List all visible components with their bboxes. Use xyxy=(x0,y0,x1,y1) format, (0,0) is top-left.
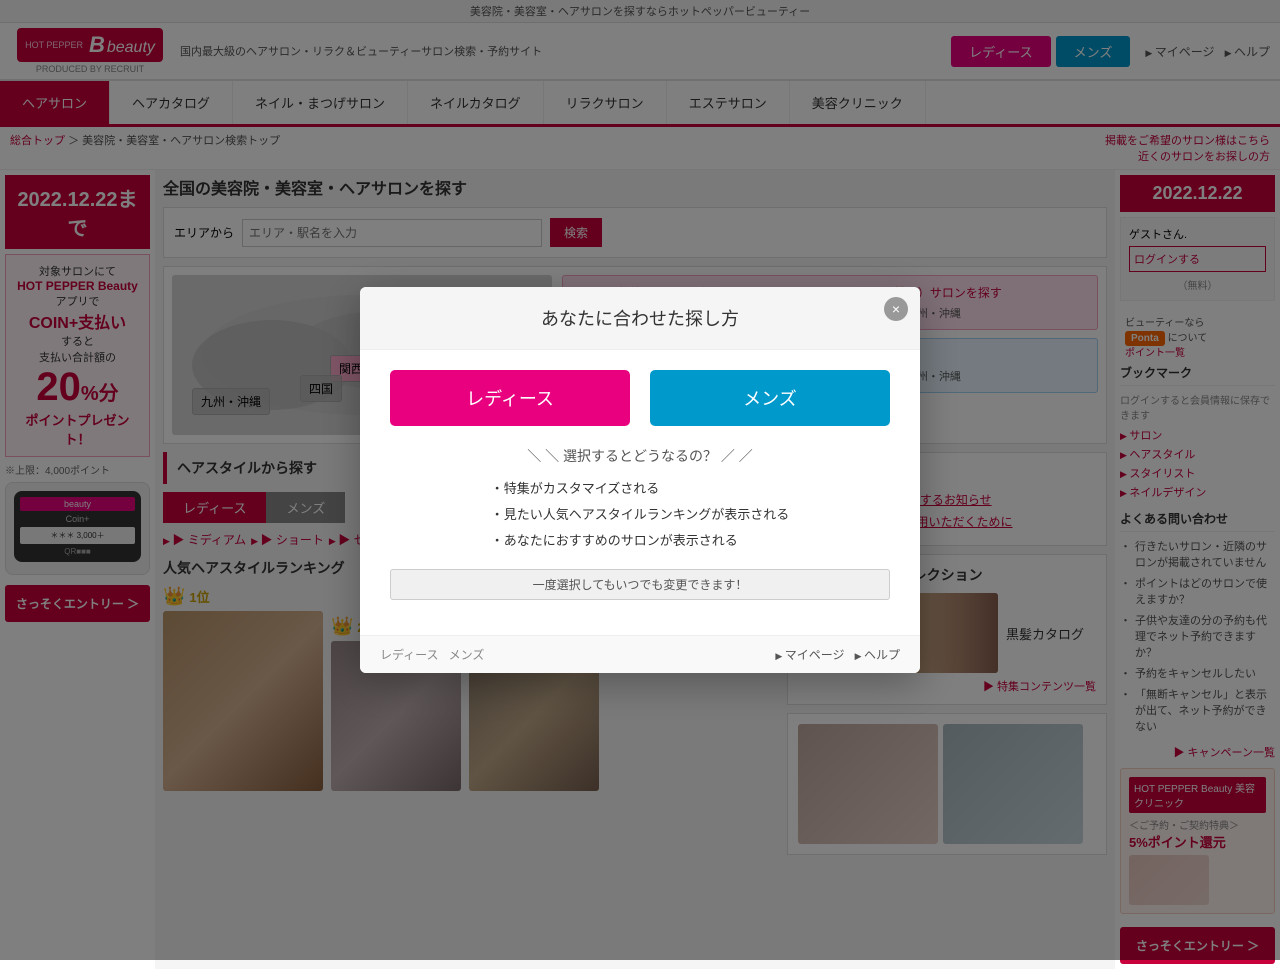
modal-footer: レディース メンズ マイページ ヘルプ xyxy=(360,635,920,673)
modal-mens-button[interactable]: メンズ xyxy=(650,370,890,426)
modal-info-items: 特集がカスタマイズされる 見たい人気ヘアスタイルランキングが表示される あなたに… xyxy=(491,476,790,554)
modal-header: あなたに合わせた探し方 xyxy=(360,287,920,350)
modal-ladies-button[interactable]: レディース xyxy=(390,370,630,426)
modal-info-item-2: 見たい人気ヘアスタイルランキングが表示される xyxy=(491,502,790,528)
modal-footer-ladies[interactable]: レディース xyxy=(380,646,439,663)
modal-dialog: あなたに合わせた探し方 × レディース メンズ ＼ 選択するとどうなるの？ ／ … xyxy=(360,287,920,673)
modal-footer-right: マイページ ヘルプ xyxy=(775,646,900,663)
modal-note: 一度選択してもいつでも変更できます！ xyxy=(390,569,890,600)
modal-info: ＼ 選択するとどうなるの？ ／ 特集がカスタマイズされる 見たい人気ヘアスタイル… xyxy=(390,446,890,554)
modal-info-item-1: 特集がカスタマイズされる xyxy=(491,476,790,502)
modal-info-item-3: あなたにおすすめのサロンが表示される xyxy=(491,528,790,554)
modal-mypage-link[interactable]: マイページ xyxy=(775,646,844,663)
modal-overlay[interactable]: あなたに合わせた探し方 × レディース メンズ ＼ 選択するとどうなるの？ ／ … xyxy=(0,0,1280,960)
modal-gender-buttons: レディース メンズ xyxy=(390,370,890,426)
modal-close-button[interactable]: × xyxy=(884,297,908,321)
modal-info-title: ＼ 選択するとどうなるの？ ／ xyxy=(390,446,890,466)
modal-help-link[interactable]: ヘルプ xyxy=(855,646,900,663)
modal-footer-left: レディース メンズ xyxy=(380,646,484,663)
modal-title: あなたに合わせた探し方 xyxy=(380,305,900,331)
modal-body: レディース メンズ ＼ 選択するとどうなるの？ ／ 特集がカスタマイズされる 見… xyxy=(360,350,920,635)
modal-footer-mens[interactable]: メンズ xyxy=(449,646,485,663)
